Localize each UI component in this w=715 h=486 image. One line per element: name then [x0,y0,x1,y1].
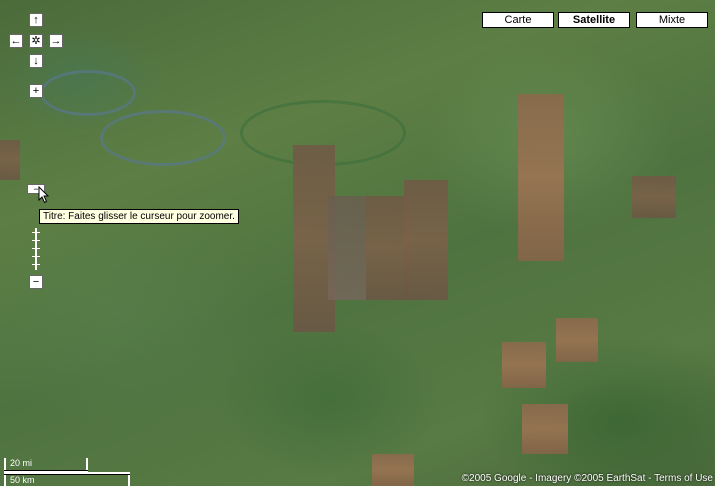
zoom-slider-notch [32,248,40,249]
imagery-tile [518,94,564,261]
satellite-type-button[interactable]: Satellite [558,12,630,28]
zoom-in-button[interactable]: + [29,84,43,98]
imagery-tile [328,196,368,300]
pan-center-button[interactable]: ✲ [29,34,43,48]
zoom-slider-notch [32,240,40,241]
zoom-slider-notch [32,256,40,257]
zoom-slider-notch [32,232,40,233]
pan-right-button[interactable]: → [49,34,63,48]
zoom-out-button[interactable]: − [29,275,43,289]
hybrid-type-button[interactable]: Mixte [636,12,708,28]
pan-down-button[interactable]: ↓ [29,54,43,68]
pan-up-button[interactable]: ↑ [29,13,43,27]
satellite-map[interactable] [0,0,715,486]
imagery-tile [502,342,546,388]
pan-left-button[interactable]: ← [9,34,23,48]
scale-bar: 20 mi 50 km [4,458,134,486]
imagery-tile [372,454,414,486]
scale-label-metric: 50 km [10,475,35,485]
zoom-slider-tooltip: Titre: Faites glisser le curseur pour zo… [39,209,239,224]
imagery-tile [0,140,20,180]
river [40,70,136,116]
imagery-tile [632,176,676,218]
mouse-cursor-icon [38,186,50,204]
river [100,110,226,166]
scale-label-imperial: 20 mi [10,458,33,468]
imagery-tile [404,180,448,300]
imagery-tile [522,404,568,454]
imagery-tile [556,318,598,362]
copyright-notice[interactable]: ©2005 Google - Imagery ©2005 EarthSat - … [462,473,713,484]
map-type-button[interactable]: Carte [482,12,554,28]
zoom-slider-notch [32,264,40,265]
zoom-slider[interactable] [29,228,43,270]
